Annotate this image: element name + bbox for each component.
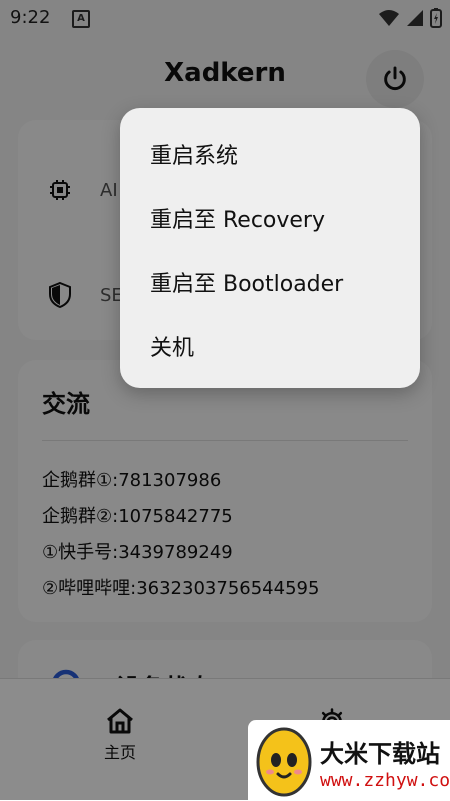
menu-reboot-recovery[interactable]: 重启至 Recovery [150,202,325,234]
menu-power-off[interactable]: 关机 [150,330,194,362]
menu-reboot-system[interactable]: 重启系统 [150,138,238,170]
watermark-url: www.zzhyw.com [320,770,450,791]
power-menu: 重启系统 重启至 Recovery 重启至 Bootloader 关机 [120,108,420,388]
watermark: 大米下载站 www.zzhyw.com [248,720,450,800]
menu-reboot-bootloader[interactable]: 重启至 Bootloader [150,266,343,298]
mascot-logo [256,727,312,797]
watermark-title: 大米下载站 [320,740,440,768]
